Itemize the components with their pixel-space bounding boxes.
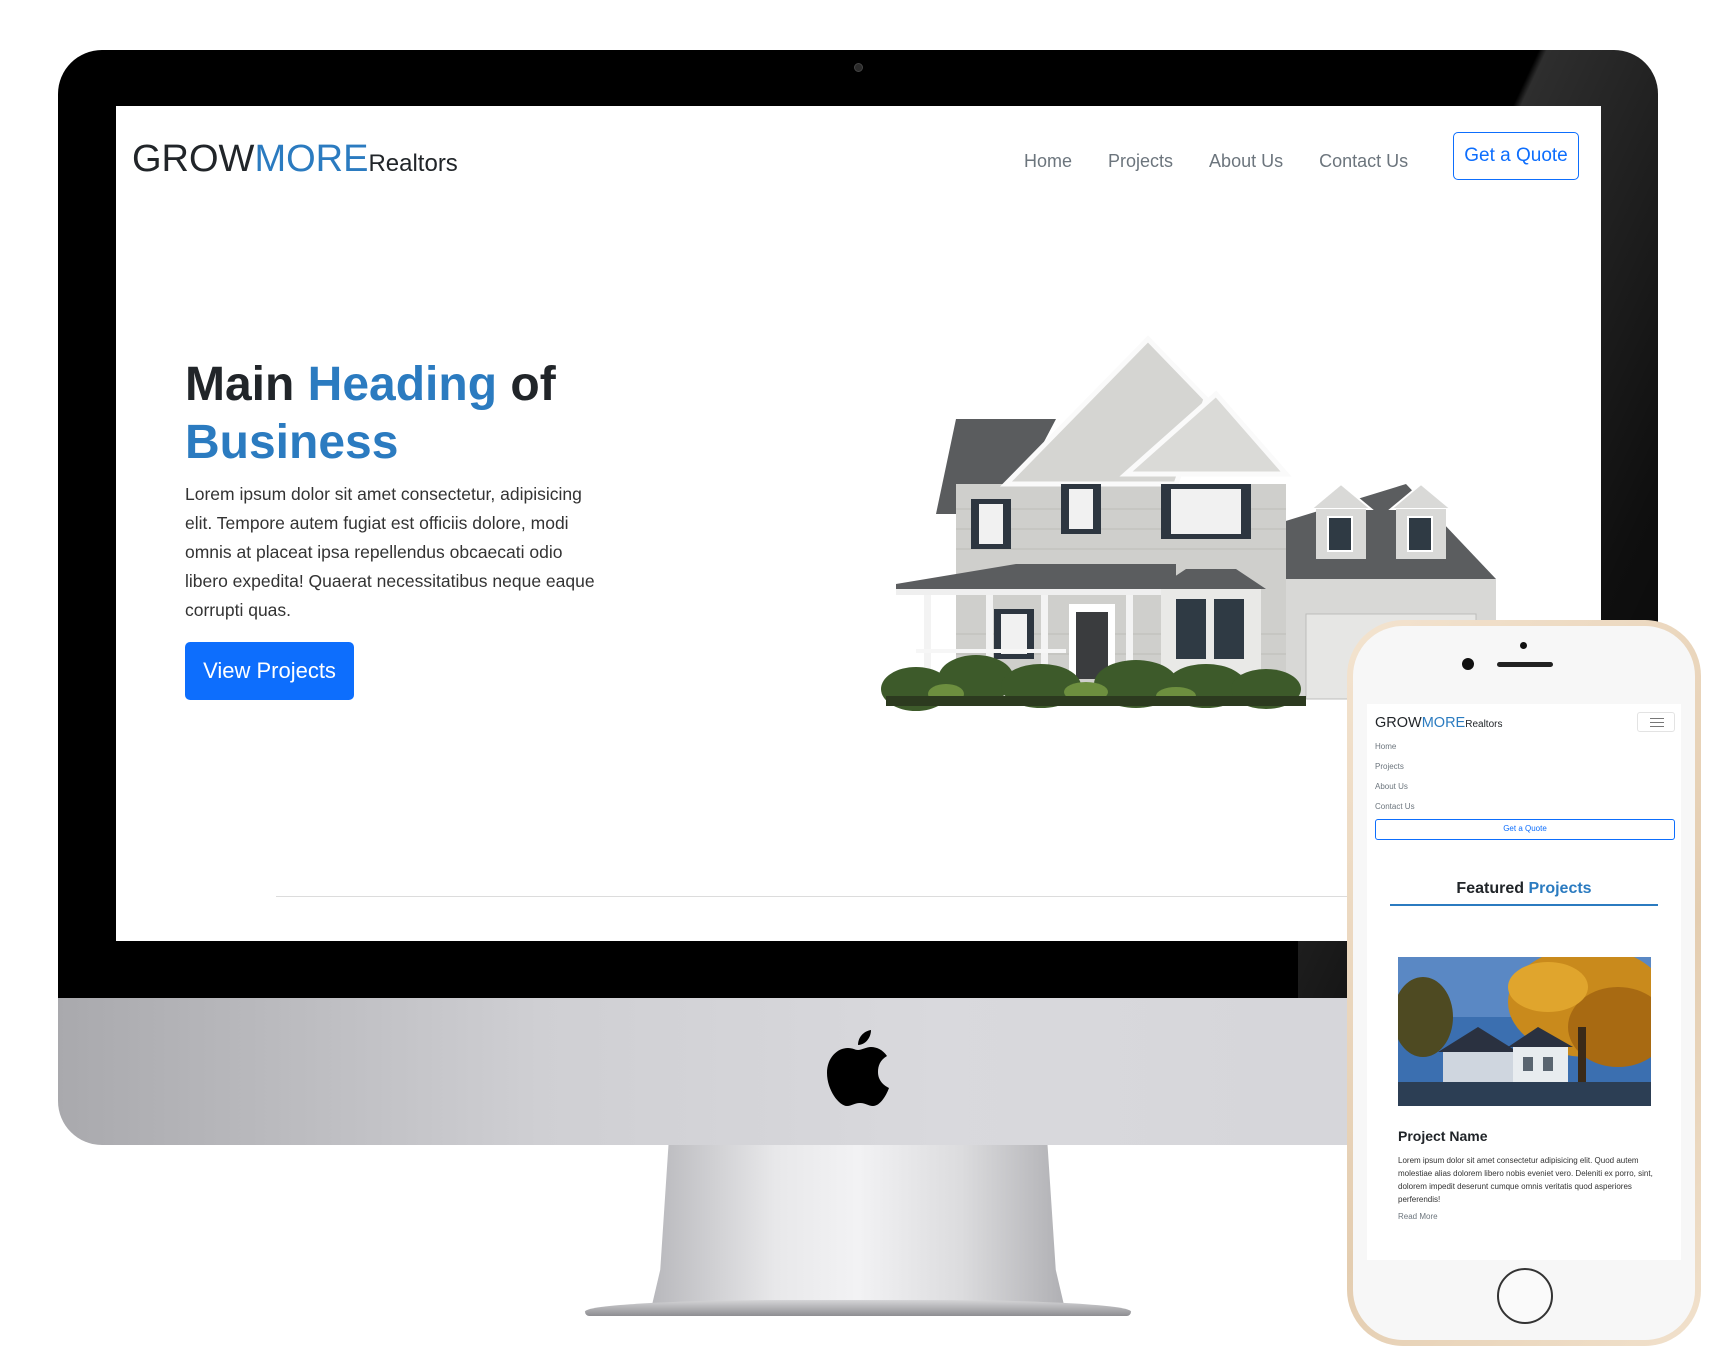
hero-heading-part: of — [497, 358, 556, 411]
speaker-icon — [1497, 662, 1553, 667]
hamburger-menu-icon[interactable] — [1637, 712, 1675, 732]
brand-logo[interactable]: GROWMORERealtors — [132, 138, 458, 181]
brand-part-realtors: Realtors — [368, 150, 458, 177]
mobile-screen: GROWMORERealtors Home Projects About Us … — [1367, 704, 1681, 1260]
brand-part-more: MORE — [254, 138, 369, 180]
apple-logo-icon — [827, 1030, 889, 1106]
home-button-icon[interactable] — [1497, 1268, 1553, 1324]
nav-home[interactable]: Home — [1006, 144, 1090, 178]
mobile-nav: Home Projects About Us Contact Us — [1375, 740, 1415, 820]
nav-contact-us[interactable]: Contact Us — [1301, 144, 1426, 178]
featured-underline — [1390, 904, 1658, 906]
featured-heading-accent: Projects — [1528, 880, 1592, 897]
front-camera-icon — [1462, 658, 1474, 670]
mobile-brand-logo[interactable]: GROWMORERealtors — [1375, 714, 1502, 732]
project-photo — [1398, 957, 1651, 1106]
brand-part-realtors: Realtors — [1465, 719, 1503, 730]
nav-about-us[interactable]: About Us — [1191, 144, 1301, 178]
brand-part-grow: GROW — [1375, 715, 1422, 731]
hero-description: Lorem ipsum dolor sit amet consectetur, … — [185, 484, 595, 620]
project-name: Project Name — [1398, 1128, 1488, 1144]
sensor-icon — [1520, 642, 1527, 649]
read-more-link[interactable]: Read More — [1398, 1212, 1438, 1221]
hero-heading-accent: Heading — [307, 358, 498, 411]
mobile-get-a-quote-button[interactable]: Get a Quote — [1375, 819, 1675, 840]
section-divider — [276, 896, 1476, 897]
camera-icon — [854, 63, 863, 72]
view-projects-button[interactable]: View Projects — [185, 642, 354, 700]
mobile-nav-contact-us[interactable]: Contact Us — [1375, 800, 1415, 820]
get-a-quote-button[interactable]: Get a Quote — [1453, 132, 1579, 180]
mobile-nav-projects[interactable]: Projects — [1375, 760, 1415, 780]
mobile-nav-about-us[interactable]: About Us — [1375, 780, 1415, 800]
iphone-frame: GROWMORERealtors Home Projects About Us … — [1347, 620, 1701, 1346]
project-description: Lorem ipsum dolor sit amet consectetur a… — [1398, 1156, 1653, 1204]
featured-heading-part: Featured — [1456, 880, 1529, 897]
mobile-nav-home[interactable]: Home — [1375, 740, 1415, 760]
main-nav: Home Projects About Us Contact Us — [1006, 144, 1426, 178]
brand-part-grow: GROW — [132, 138, 255, 180]
hero-heading-accent: Business — [185, 416, 399, 469]
hero-heading-part: Main — [185, 358, 308, 411]
nav-projects[interactable]: Projects — [1090, 144, 1191, 178]
hero-heading: Main Heading of Business — [185, 356, 745, 472]
imac-stand — [652, 1145, 1064, 1305]
featured-projects-heading: Featured Projects — [1367, 880, 1681, 898]
imac-stand-foot — [585, 1300, 1131, 1316]
brand-part-more: MORE — [1421, 715, 1466, 731]
